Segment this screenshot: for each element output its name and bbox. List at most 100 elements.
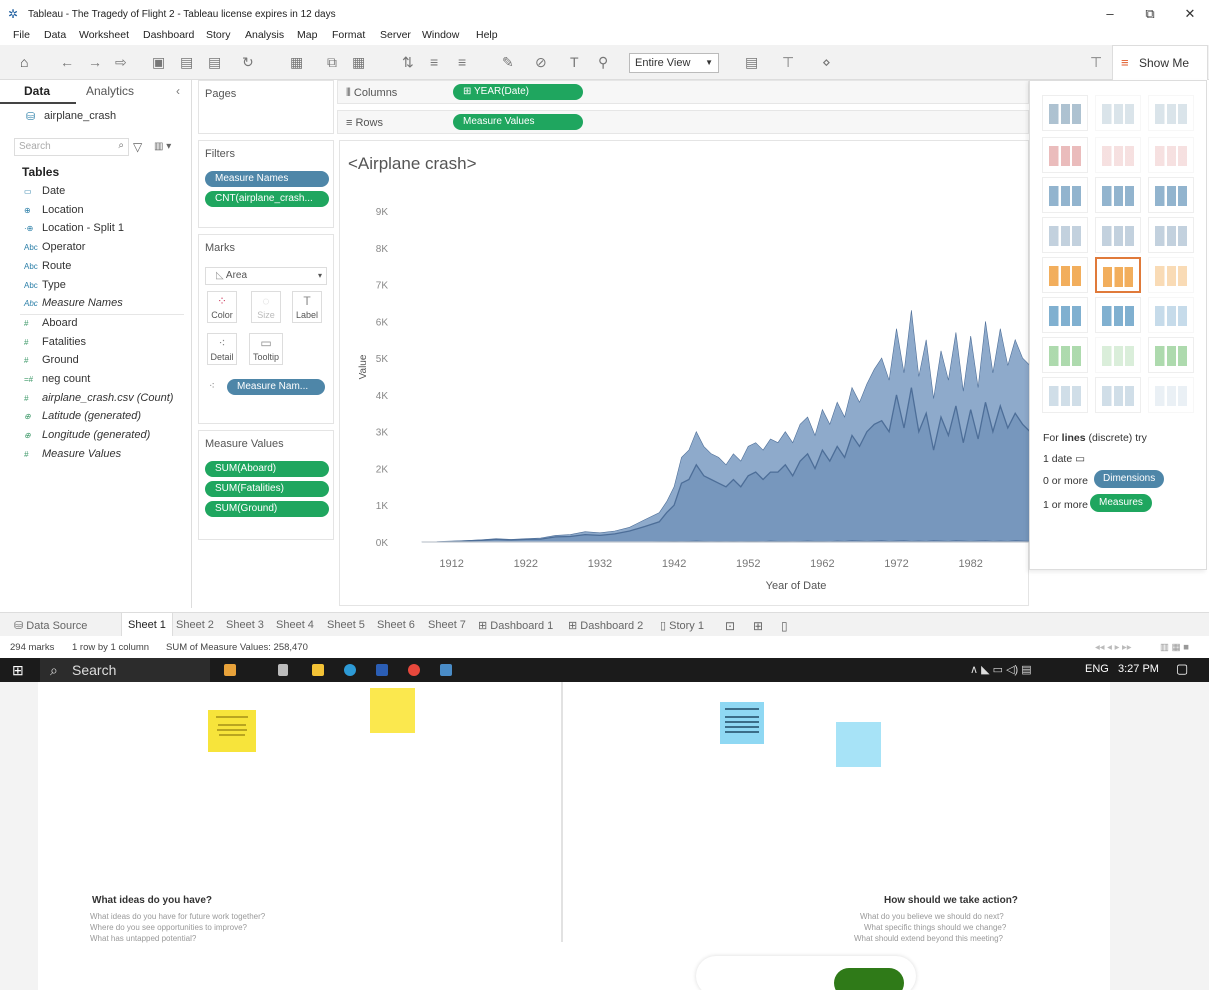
tab-dashboard-1[interactable]: ⊞ Dashboard 1 [478,619,553,632]
language-indicator[interactable]: ENG [1085,663,1109,675]
pin-panel-icon[interactable]: ⊤ [1090,54,1102,70]
new-dashboard-icon[interactable]: ⊞ [753,619,763,633]
new-datasource-icon[interactable]: ▤ [180,54,193,70]
undo-icon[interactable]: ← [60,54,74,70]
tab-data-source[interactable]: ⛁ Data Source [14,619,87,632]
chart-type-thumbnail[interactable] [1095,137,1141,173]
board-action-button[interactable] [834,968,904,990]
field-item[interactable]: # Fatalities [24,336,86,348]
field-item[interactable]: # Aboard [24,317,77,329]
sticky-note-blue[interactable] [836,722,881,767]
menu-analysis[interactable]: Analysis [245,29,284,41]
chart-type-thumbnail[interactable] [1042,137,1088,173]
chart-type-thumbnail[interactable] [1095,257,1141,293]
filter-pill-measure-names[interactable]: Measure Names [205,171,329,187]
tab-sheet-4[interactable]: Sheet 4 [276,619,314,631]
tab-analytics[interactable]: Analytics [86,84,134,98]
chart-type-thumbnail[interactable] [1042,257,1088,293]
file-explorer-icon[interactable] [312,664,324,676]
weather-icon[interactable] [224,664,236,676]
sticky-note-blue[interactable] [720,702,764,744]
area-chart[interactable]: 0K 1K 2K 3K 4K 5K 6K 7K 8K 9K 1912 1922 1932 1942 1952… [340,141,1030,607]
color-button[interactable]: ⁘ Color [207,291,237,323]
chart-type-thumbnail[interactable] [1095,95,1141,131]
chart-type-thumbnail[interactable] [1148,137,1194,173]
duplicate-icon[interactable]: ⧉ [327,54,337,70]
menu-worksheet[interactable]: Worksheet [79,29,129,41]
chart-type-thumbnail[interactable] [1148,297,1194,333]
measure-pill-aboard[interactable]: SUM(Aboard) [205,461,329,477]
columns-shelf[interactable]: ⦀ Columns ⊞ YEAR(Date) [337,80,1029,104]
nav-arrows-icon[interactable]: ◂◂ ◂ ▸ ▸▸ [1095,642,1132,653]
swap-icon[interactable]: ⇅ [402,54,414,70]
redo-icon[interactable]: → [88,54,102,70]
board-toolbar[interactable] [696,956,916,990]
tableau-taskbar-icon[interactable] [440,664,452,676]
sort-asc-icon[interactable]: ≡ [430,54,438,70]
label-icon[interactable]: T [570,54,579,70]
minimize-button[interactable]: – [1100,6,1120,21]
chart-type-thumbnail[interactable] [1095,217,1141,253]
chart-type-thumbnail[interactable] [1148,177,1194,213]
tab-sheet-7[interactable]: Sheet 7 [428,619,466,631]
datasource-name[interactable]: airplane_crash [44,110,116,122]
pause-updates-icon[interactable]: ▤ [208,54,221,70]
save-icon[interactable]: ▣ [152,54,165,70]
field-item[interactable]: Abc Type [24,279,66,291]
chart-type-thumbnail[interactable] [1042,177,1088,213]
task-view-icon[interactable] [278,664,288,676]
windows-start-icon[interactable]: ⊞ [12,662,24,679]
word-icon[interactable] [376,664,388,676]
menu-window[interactable]: Window [422,29,459,41]
show-cards-icon[interactable]: ▤ [745,54,758,70]
clear-sheet-icon[interactable]: ▦ [352,54,365,70]
taskbar-search[interactable]: ⌕ Search [40,658,210,682]
chrome-icon[interactable] [408,664,420,676]
show-me-button[interactable]: ≡ Show Me [1112,45,1208,80]
label-button[interactable]: T Label [292,291,322,323]
chart-type-thumbnail[interactable] [1148,95,1194,131]
new-story-icon[interactable]: ▯ [781,619,788,633]
menu-format[interactable]: Format [332,29,365,41]
filter-icon[interactable]: ▽ [133,140,142,154]
close-button[interactable]: ✕ [1180,6,1200,22]
edge-icon[interactable] [344,664,356,676]
field-item[interactable]: ⊕ Longitude (generated) [24,429,150,441]
chart-type-thumbnail[interactable] [1095,177,1141,213]
detail-button[interactable]: ⁖ Detail [207,333,237,365]
marks-pill-measure-names[interactable]: Measure Nam... [227,379,325,395]
home-icon[interactable]: ⌂ [20,54,28,70]
menu-file[interactable]: File [13,29,30,41]
chart-type-thumbnail[interactable] [1148,337,1194,373]
chart-type-thumbnail[interactable] [1148,257,1194,293]
view-options-icon[interactable]: ▥ ▾ [154,141,171,152]
menu-story[interactable]: Story [206,29,231,41]
tab-sheet-5[interactable]: Sheet 5 [327,619,365,631]
field-item[interactable]: ▭ Date [24,185,65,197]
group-icon[interactable]: ⊘ [535,54,547,70]
chart-type-thumbnail[interactable] [1042,337,1088,373]
chart-type-thumbnail[interactable] [1042,377,1088,413]
field-item[interactable]: ⊕ Latitude (generated) [24,410,141,422]
sticky-note-yellow[interactable] [370,688,415,733]
fit-dropdown[interactable]: Entire View ▼ [629,53,719,73]
field-item[interactable]: Abc Route [24,260,71,272]
notification-icon[interactable]: ▢ [1176,661,1188,677]
sticky-note-yellow[interactable] [208,710,256,752]
field-item[interactable]: Abc Operator [24,241,85,253]
field-item[interactable]: # Ground [24,354,79,366]
tab-sheet-3[interactable]: Sheet 3 [226,619,264,631]
grid-view-icon[interactable]: ▥ ▦ ■ [1160,642,1189,653]
replay-icon[interactable]: ⇨ [115,54,127,70]
refresh-icon[interactable]: ↻ [242,54,254,70]
field-item[interactable]: Abc Measure Names [24,297,123,309]
rows-shelf[interactable]: ≡ Rows Measure Values [337,110,1029,134]
measure-pill-fatalities[interactable]: SUM(Fatalities) [205,481,329,497]
columns-pill-year[interactable]: ⊞ YEAR(Date) [453,84,583,100]
field-item[interactable]: # airplane_crash.csv (Count) [24,392,173,404]
new-worksheet-icon[interactable]: ⊡ [725,619,735,633]
size-button[interactable]: ◌ Size [251,291,281,323]
chart-type-thumbnail[interactable] [1042,95,1088,131]
collapse-pane-icon[interactable]: ‹ [176,84,180,98]
field-item[interactable]: # Measure Values [24,448,121,460]
